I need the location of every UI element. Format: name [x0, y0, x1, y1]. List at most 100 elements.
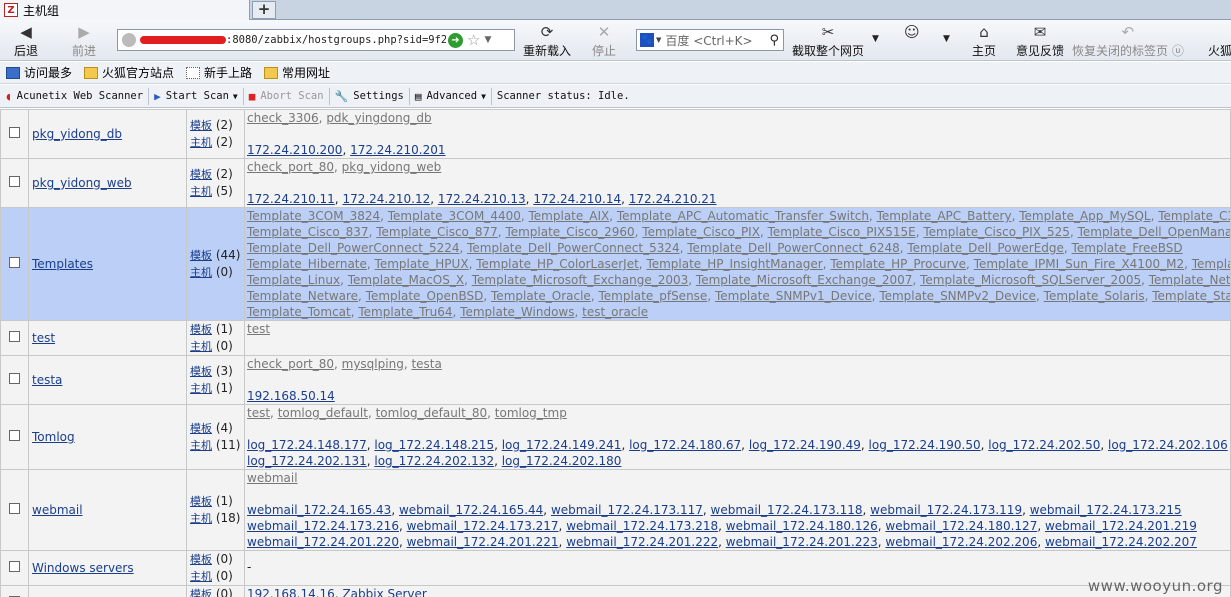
templates-count-link[interactable]: 模板 — [190, 553, 212, 566]
group-name-link[interactable]: test — [32, 331, 55, 345]
advanced-dropdown-icon[interactable]: ▼ — [481, 92, 486, 101]
host-link[interactable]: webmail_172.24.173.216 — [247, 519, 399, 533]
host-link[interactable]: Zabbix Server — [342, 587, 426, 597]
template-link[interactable]: Template_Microsoft_Exchange_2007 — [696, 273, 913, 287]
templates-count-link[interactable]: 模板 — [190, 323, 212, 336]
host-link[interactable]: log_172.24.190.49 — [749, 438, 861, 452]
host-link[interactable]: 192.168.14.16 — [247, 587, 335, 597]
template-link[interactable]: pkg_yidong_web — [342, 160, 442, 174]
group-name-link[interactable]: pkg_yidong_web — [32, 176, 132, 190]
template-link[interactable]: Template_Cisco_PIX515E — [768, 225, 916, 239]
template-link[interactable]: Template_Standa — [1152, 289, 1229, 303]
reload-button[interactable]: ⟳ 重新载入 — [523, 23, 571, 59]
template-link[interactable]: testa — [411, 357, 441, 371]
row-checkbox[interactable] — [9, 127, 20, 138]
template-link[interactable]: Template_FreeBSD — [1072, 241, 1183, 255]
template-link[interactable]: Template_C375 — [1158, 209, 1229, 223]
search-bar[interactable]: 🐾 ▼ 百度 <Ctrl+K> ⚲ — [636, 29, 784, 51]
template-link[interactable]: Template_3COM_3824 — [247, 209, 380, 223]
templates-count-link[interactable]: 模板 — [190, 168, 212, 181]
host-link[interactable]: log_172.24.190.50 — [869, 438, 981, 452]
host-link[interactable]: log_172.24.148.177 — [247, 438, 367, 452]
row-checkbox[interactable] — [9, 503, 20, 514]
host-link[interactable]: 172.24.210.12 — [342, 192, 430, 206]
template-link[interactable]: Template_SNMPv1_Device — [715, 289, 872, 303]
row-checkbox[interactable] — [9, 373, 20, 384]
template-link[interactable]: mysqlping — [342, 357, 404, 371]
host-link[interactable]: log_172.24.148.215 — [374, 438, 494, 452]
group-name-link[interactable]: webmail — [32, 503, 83, 517]
screenshot-dropdown-icon[interactable]: ▼ — [872, 34, 879, 44]
template-link[interactable]: check_port_80 — [247, 357, 334, 371]
hosts-count-link[interactable]: 主机 — [190, 382, 212, 395]
address-bar[interactable]: :8080/zabbix/hostgroups.php?sid=9f2604 ➜… — [117, 29, 515, 51]
template-link[interactable]: Template_HP_InsightManager — [646, 257, 822, 271]
restore-tabs-button[interactable]: ↶ 恢复关闭的标签页 ⓤ — [1072, 23, 1184, 59]
template-link[interactable]: Template_Dell_PowerConnect_5224 — [247, 241, 459, 255]
hosts-count-link[interactable]: 主机 — [190, 512, 212, 525]
group-name-link[interactable]: Templates — [32, 257, 93, 271]
templates-count-link[interactable]: 模板 — [190, 365, 212, 378]
templates-count-link[interactable]: 模板 — [190, 422, 212, 435]
group-name-link[interactable]: Tomlog — [32, 430, 75, 444]
template-link[interactable]: Template_NetScree — [1149, 273, 1230, 287]
template-link[interactable]: tomlog_default — [278, 406, 368, 420]
host-link[interactable]: webmail_172.24.201.220 — [247, 535, 399, 549]
template-link[interactable]: Template_APC_Automatic_Transfer_Switch — [617, 209, 869, 223]
advanced-button[interactable]: ▤ Advanced ▼ — [410, 87, 492, 105]
settings-button[interactable]: 🔧 Settings — [330, 87, 410, 105]
template-link[interactable]: Template_Microsoft_Exchange_2003 — [472, 273, 689, 287]
bookmark-most-visited[interactable]: 访问最多 — [6, 64, 72, 81]
row-checkbox[interactable] — [9, 176, 20, 187]
hosts-count-link[interactable]: 主机 — [190, 570, 212, 583]
search-icon[interactable]: ⚲ — [769, 33, 779, 48]
host-link[interactable]: webmail_172.24.165.44 — [399, 503, 543, 517]
template-link[interactable]: Template_pfSense — [598, 289, 707, 303]
template-link[interactable]: Template_Netware — [247, 289, 358, 303]
template-link[interactable]: tomlog_default_80 — [376, 406, 488, 420]
row-checkbox[interactable] — [9, 561, 20, 572]
host-link[interactable]: webmail_172.24.201.222 — [566, 535, 718, 549]
hosts-count-link[interactable]: 主机 — [190, 340, 212, 353]
templates-count-link[interactable]: 模板 — [190, 119, 212, 132]
host-link[interactable]: log_172.24.202.131 — [247, 454, 367, 468]
host-link[interactable]: webmail_172.24.173.117 — [551, 503, 703, 517]
start-scan-button[interactable]: ▶ Start Scan ▼ — [149, 87, 244, 105]
firefox-menu-button[interactable]: 火狐 — [1208, 23, 1231, 59]
host-link[interactable]: log_172.24.149.241 — [502, 438, 622, 452]
host-link[interactable]: 172.24.210.201 — [350, 143, 445, 157]
template-link[interactable]: Template_Solaris — [1044, 289, 1145, 303]
host-link[interactable]: webmail_172.24.173.215 — [1030, 503, 1182, 517]
templates-count-link[interactable]: 模板 — [190, 249, 212, 262]
template-link[interactable]: Template_Windows — [460, 305, 574, 319]
row-checkbox[interactable] — [9, 430, 20, 441]
row-checkbox[interactable] — [9, 257, 20, 268]
templates-count-link[interactable]: 模板 — [190, 588, 212, 597]
template-link[interactable]: Template_Linux — [247, 273, 340, 287]
search-input[interactable]: 百度 <Ctrl+K> — [665, 32, 769, 49]
start-scan-dropdown-icon[interactable]: ▼ — [233, 92, 238, 101]
home-button[interactable]: ⌂ 主页 — [972, 23, 996, 59]
new-tab-button[interactable]: + — [252, 1, 276, 19]
host-link[interactable]: webmail_172.24.180.126 — [726, 519, 878, 533]
template-link[interactable]: Template_Dell_PowerEdge — [907, 241, 1064, 255]
template-link[interactable]: Template_Cisco_2960 — [505, 225, 634, 239]
template-link[interactable]: Template_Oracle — [491, 289, 591, 303]
host-link[interactable]: log_172.24.202.106 — [1108, 438, 1228, 452]
template-link[interactable]: test — [247, 322, 270, 336]
baidu-engine-icon[interactable]: 🐾 — [640, 33, 654, 47]
go-icon[interactable]: ➜ — [448, 32, 463, 48]
template-link[interactable]: Template_Tomcat — [247, 305, 351, 319]
host-link[interactable]: log_172.24.202.132 — [374, 454, 494, 468]
template-link[interactable]: tomlog_tmp — [495, 406, 567, 420]
host-link[interactable]: log_172.24.202.50 — [988, 438, 1100, 452]
template-link[interactable]: Template_Dell_PowerConnect_5324 — [467, 241, 679, 255]
template-link[interactable]: Template_APC_Battery — [877, 209, 1012, 223]
template-link[interactable]: Template_3COM_4400 — [388, 209, 521, 223]
group-name-link[interactable]: Windows servers — [32, 561, 134, 575]
template-link[interactable]: test — [247, 406, 270, 420]
template-link[interactable]: check_3306 — [247, 111, 319, 125]
engine-dropdown-icon[interactable]: ▼ — [656, 36, 661, 44]
group-name-link[interactable]: pkg_yidong_db — [32, 127, 122, 141]
template-link[interactable]: Template_Cisco_837 — [247, 225, 369, 239]
